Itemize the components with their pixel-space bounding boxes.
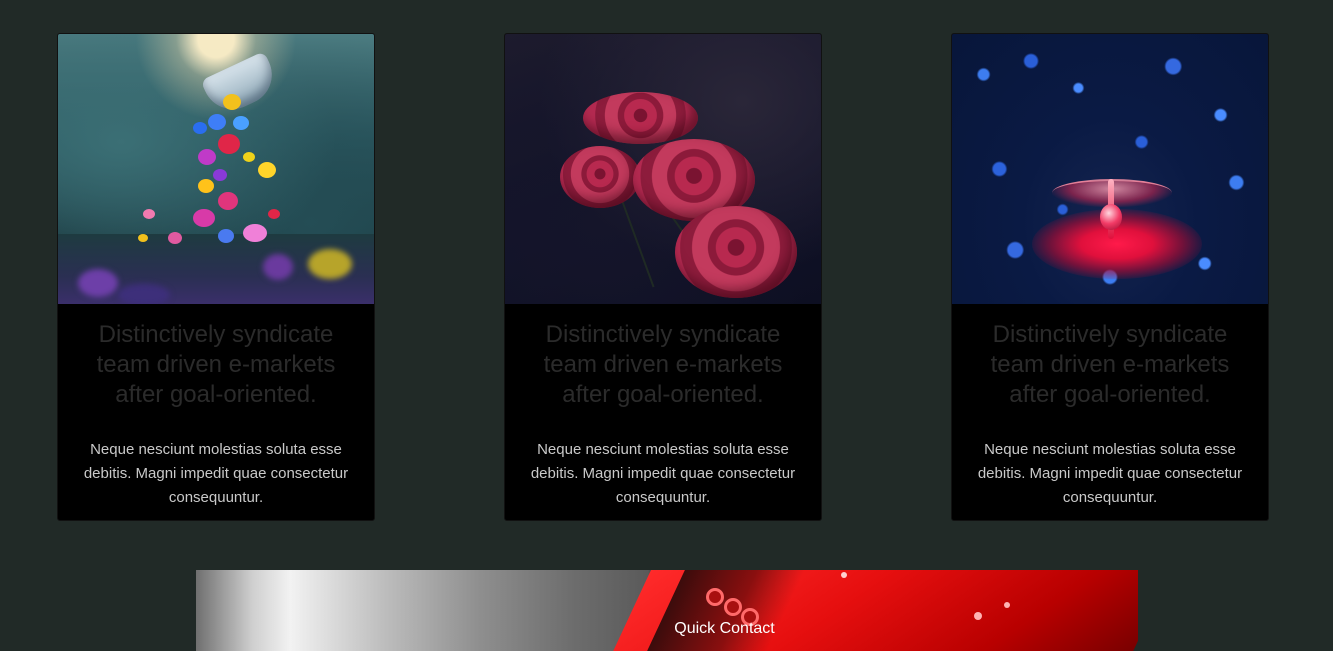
rose <box>560 146 640 208</box>
flower <box>193 122 207 134</box>
card-title: Distinctively syndicate team driven e-ma… <box>990 321 1230 408</box>
ring-decoration <box>706 588 724 606</box>
card-image <box>58 34 374 304</box>
bokeh <box>78 269 118 297</box>
card-text: Neque nesciunt molestias soluta esse deb… <box>83 441 349 506</box>
teacup-icon <box>200 51 282 119</box>
flower <box>258 162 276 178</box>
rose <box>675 206 797 298</box>
flower <box>198 149 216 165</box>
card: Distinctively syndicate team driven e-ma… <box>57 33 375 521</box>
flower <box>218 192 238 210</box>
card-text: Neque nesciunt molestias soluta esse deb… <box>977 441 1243 506</box>
card-text: Neque nesciunt molestias soluta esse deb… <box>530 441 796 506</box>
card: Distinctively syndicate team driven e-ma… <box>951 33 1269 521</box>
flower <box>193 209 215 227</box>
bokeh <box>263 254 293 280</box>
flower <box>143 209 155 219</box>
flower <box>213 169 227 181</box>
flower <box>243 224 267 242</box>
rose <box>583 92 698 144</box>
flower <box>223 94 241 110</box>
card-title: Distinctively syndicate team driven e-ma… <box>96 321 336 408</box>
ring-decoration <box>724 598 742 616</box>
flower <box>218 229 234 243</box>
bokeh <box>308 249 352 279</box>
flower <box>168 232 182 244</box>
flower <box>233 116 249 130</box>
flower <box>198 179 214 193</box>
drop-ball <box>1100 204 1122 230</box>
card-grid: Distinctively syndicate team driven e-ma… <box>0 33 1333 521</box>
flower <box>243 152 255 162</box>
card-image <box>505 34 821 304</box>
card-title: Distinctively syndicate team driven e-ma… <box>543 321 783 408</box>
flower <box>138 234 148 242</box>
flower <box>218 134 240 154</box>
flower <box>208 114 226 130</box>
droplet <box>841 572 847 578</box>
droplet <box>1004 602 1010 608</box>
bokeh <box>118 284 170 304</box>
flower <box>268 209 280 219</box>
card-image <box>952 34 1268 304</box>
card: Distinctively syndicate team driven e-ma… <box>504 33 822 521</box>
quick-contact-heading[interactable]: Quick Contact <box>0 619 1333 639</box>
